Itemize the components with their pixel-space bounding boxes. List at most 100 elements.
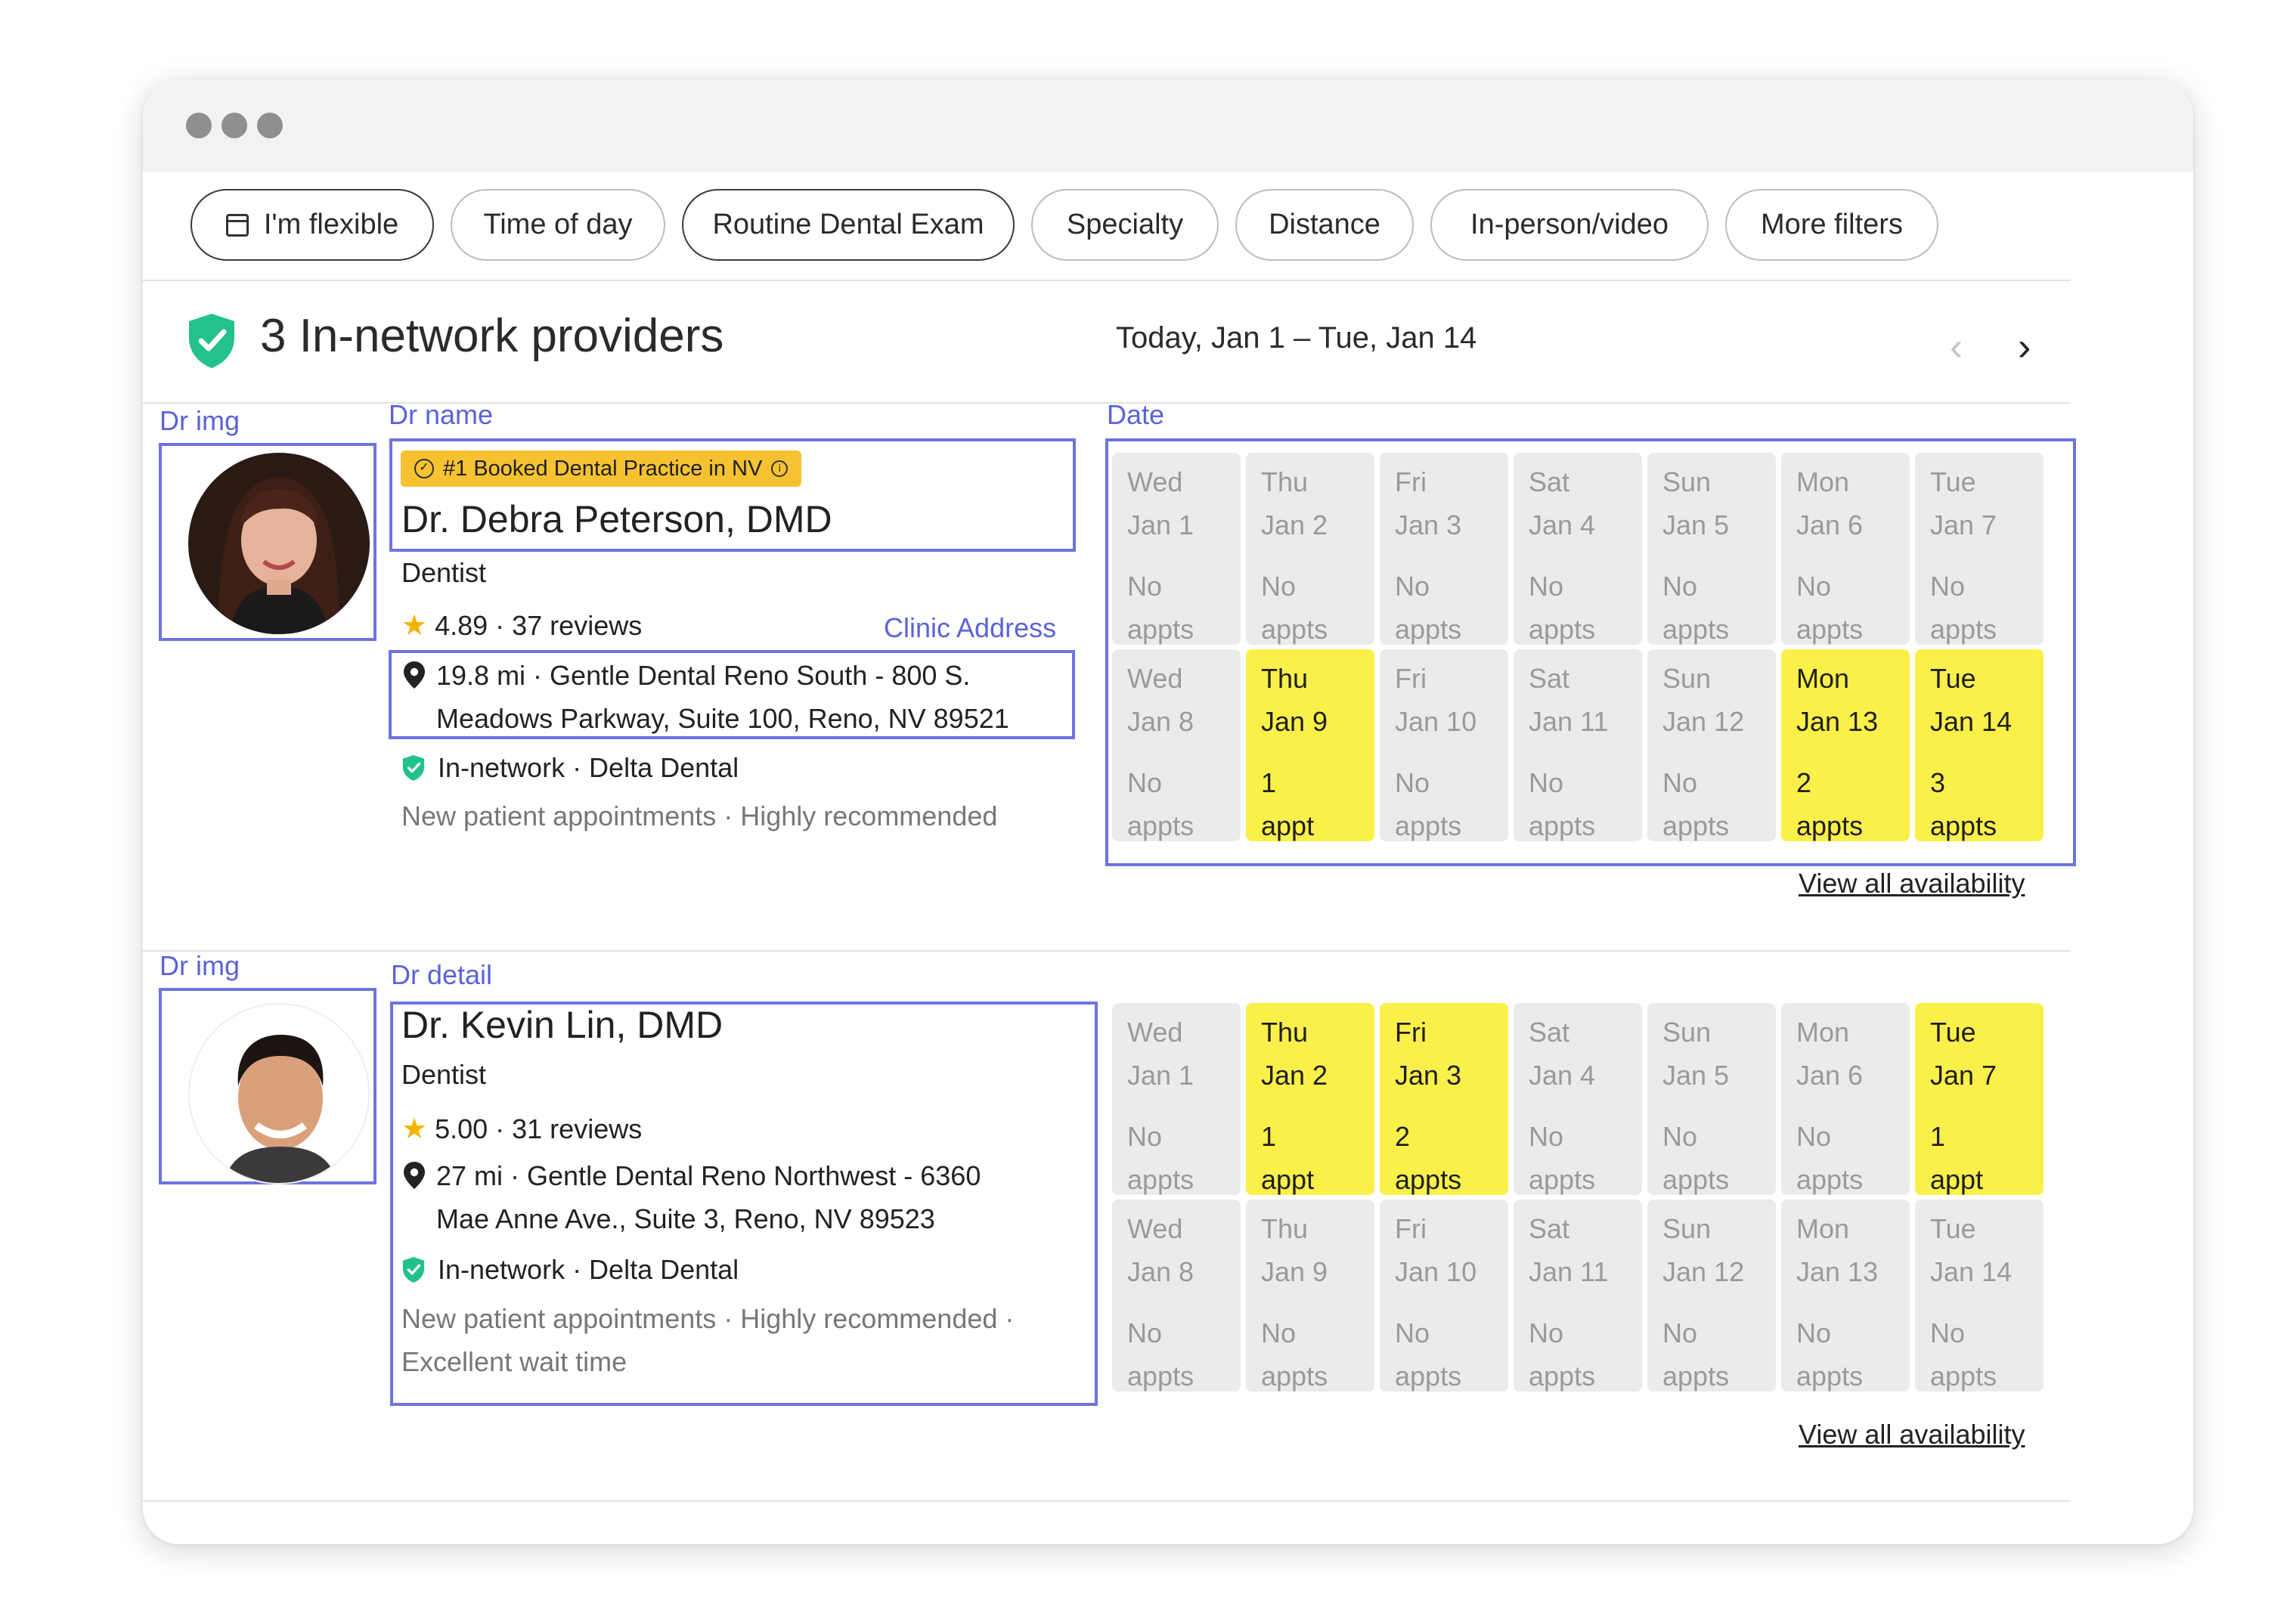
network-text: In-network · Delta Dental — [438, 752, 739, 783]
slot-count: No — [1662, 571, 1698, 602]
day-date: Jan 8 — [1127, 706, 1194, 737]
availability-slot-empty: Wed Jan 8 No appts — [1112, 1200, 1241, 1392]
filter-chip-distance[interactable]: Distance — [1235, 189, 1414, 261]
badge-label: #1 Booked Dental Practice in NV — [443, 456, 763, 481]
day-of-week: Fri — [1395, 466, 1427, 497]
day-of-week: Thu — [1261, 466, 1309, 497]
chevron-right-icon[interactable]: › — [2018, 327, 2031, 367]
availability-slot-empty: Thu Jan 2 No appts — [1246, 453, 1374, 645]
day-date: Jan 9 — [1261, 1256, 1328, 1287]
slot-count: No — [1662, 1317, 1698, 1348]
filter-chip-time-of-day[interactable]: Time of day — [451, 189, 665, 261]
day-of-week: Sat — [1529, 1213, 1570, 1244]
availability-slot-empty: Sat Jan 4 No appts — [1514, 453, 1642, 645]
slot-count: No — [1127, 767, 1163, 798]
slot-unit: appts — [1529, 810, 1596, 841]
address-line: 19.8 mi · Gentle Dental Reno South - 800… — [436, 660, 971, 691]
day-date: Jan 14 — [1930, 706, 2012, 737]
clinic-address[interactable]: 19.8 mi · Gentle Dental Reno South - 800… — [436, 654, 1009, 740]
annotation-dr-name: Dr name — [389, 399, 494, 430]
annotation-dr-img: Dr img — [160, 950, 240, 981]
window-control-dot[interactable] — [257, 113, 283, 138]
day-date: Jan 1 — [1127, 1060, 1194, 1091]
cell-spacer — [1662, 1097, 1776, 1115]
cell-spacer — [1261, 743, 1374, 761]
doctor-highlights: New patient appointments · Highly recomm… — [401, 794, 997, 837]
day-of-week: Wed — [1127, 663, 1183, 694]
address-line: 27 mi · Gentle Dental Reno Northwest - 6… — [436, 1160, 981, 1191]
filter-chip-label: Time of day — [483, 209, 633, 240]
window-control-dot[interactable] — [222, 113, 247, 138]
slot-unit: appts — [1930, 614, 1997, 645]
slot-count: 3 — [1930, 767, 1946, 798]
filter-chip-specialty[interactable]: Specialty — [1031, 189, 1219, 261]
browser-window: I'm flexible Time of day Routine Dental … — [143, 79, 2193, 1544]
day-date: Jan 5 — [1662, 509, 1730, 540]
slot-count: No — [1395, 571, 1430, 602]
availability-slot-open[interactable]: Tue Jan 14 3 appts — [1915, 649, 2043, 841]
day-of-week: Sat — [1529, 1017, 1570, 1048]
slot-count: No — [1796, 1121, 1832, 1152]
chevron-left-icon[interactable]: ‹ — [1950, 327, 1963, 367]
filter-chip-in-person-video[interactable]: In-person/video — [1430, 189, 1709, 261]
availability-slot-empty: Wed Jan 1 No appts — [1112, 1003, 1241, 1195]
day-of-week: Wed — [1127, 1213, 1183, 1244]
clinic-address[interactable]: 27 mi · Gentle Dental Reno Northwest - 6… — [436, 1154, 981, 1240]
slot-count: 1 — [1261, 767, 1277, 798]
view-all-availability-link[interactable]: View all availability — [1799, 868, 2025, 899]
availability-slot-empty: Tue Jan 14 No appts — [1915, 1200, 2043, 1392]
filter-chip-routine-dental-exam[interactable]: Routine Dental Exam — [682, 189, 1015, 261]
highlights-line: New patient appointments · Highly recomm… — [401, 800, 998, 831]
availability-slot-empty: Sun Jan 12 No appts — [1647, 649, 1776, 841]
slot-unit: appts — [1261, 614, 1328, 645]
day-date: Jan 14 — [1930, 1256, 2012, 1287]
divider — [143, 1500, 2071, 1502]
slot-unit: appts — [1127, 1164, 1194, 1195]
doctor-name[interactable]: Dr. Debra Peterson, DMD — [401, 497, 832, 541]
slot-count: No — [1662, 767, 1698, 798]
availability-slot-open[interactable]: Thu Jan 9 1 appt — [1246, 649, 1374, 841]
day-date: Jan 7 — [1930, 509, 1997, 540]
cell-spacer — [1395, 1293, 1508, 1311]
doctor-photo — [188, 1003, 370, 1184]
cell-spacer — [1127, 1097, 1241, 1115]
availability-slot-open[interactable]: Mon Jan 13 2 appts — [1781, 649, 1910, 841]
day-date: Jan 12 — [1662, 1256, 1745, 1287]
doctor-name[interactable]: Dr. Kevin Lin, DMD — [401, 1003, 723, 1047]
slot-count: No — [1662, 1121, 1698, 1152]
cell-spacer — [1796, 1097, 1910, 1115]
filter-chip-label: I'm flexible — [263, 209, 399, 240]
cell-spacer — [1796, 743, 1910, 761]
cell-spacer — [1127, 546, 1241, 565]
slot-unit: appts — [1796, 614, 1864, 645]
day-of-week: Tue — [1930, 1017, 1976, 1048]
window-control-dot[interactable] — [186, 113, 212, 138]
availability-slot-empty: Fri Jan 3 No appts — [1380, 453, 1508, 645]
availability-slot-open[interactable]: Tue Jan 7 1 appt — [1915, 1003, 2043, 1195]
availability-slot-empty: Fri Jan 10 No appts — [1380, 1200, 1508, 1392]
availability-slot-empty: Sun Jan 12 No appts — [1647, 1200, 1776, 1392]
rating-text: 5.00 · 31 reviews — [435, 1113, 643, 1144]
doctor-highlights: New patient appointments · Highly recomm… — [401, 1297, 1014, 1383]
divider — [143, 280, 2071, 281]
slot-count: No — [1127, 1121, 1163, 1152]
day-date: Jan 9 — [1261, 706, 1328, 737]
filter-chip-flexible[interactable]: I'm flexible — [191, 189, 434, 261]
star-icon: ★ — [401, 1113, 428, 1145]
annotation-date: Date — [1107, 399, 1165, 430]
annotation-dr-img: Dr img — [160, 405, 240, 436]
availability-slot-open[interactable]: Thu Jan 2 1 appt — [1246, 1003, 1374, 1195]
day-date: Jan 2 — [1261, 509, 1328, 540]
window-titlebar — [143, 79, 2193, 172]
filter-chip-more-filters[interactable]: More filters — [1725, 189, 1938, 261]
rating-text: 4.89 · 37 reviews — [435, 609, 643, 641]
view-all-availability-link[interactable]: View all availability — [1799, 1419, 2025, 1450]
day-of-week: Wed — [1127, 466, 1183, 497]
day-date: Jan 10 — [1395, 1256, 1477, 1287]
slot-unit: appts — [1930, 1361, 1997, 1392]
slot-unit: appts — [1529, 614, 1596, 645]
info-icon[interactable]: i — [771, 460, 789, 477]
day-of-week: Mon — [1796, 663, 1850, 694]
day-of-week: Fri — [1395, 1017, 1427, 1048]
availability-slot-open[interactable]: Fri Jan 3 2 appts — [1380, 1003, 1508, 1195]
